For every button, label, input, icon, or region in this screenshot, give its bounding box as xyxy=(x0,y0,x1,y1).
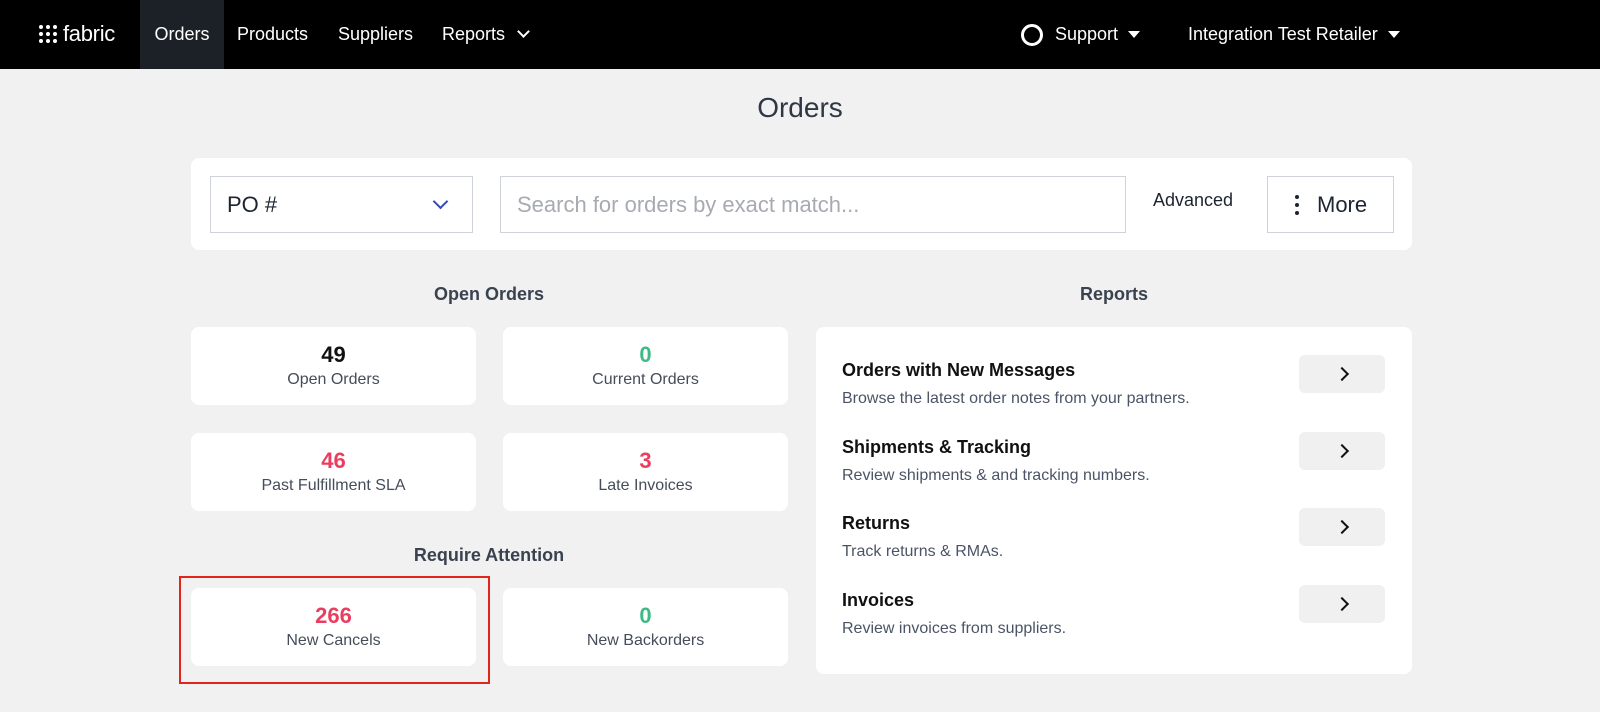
nav-suppliers[interactable]: Suppliers xyxy=(338,0,413,69)
report-title: Shipments & Tracking xyxy=(842,437,1032,457)
chevron-right-button[interactable] xyxy=(1299,432,1385,470)
chevron-down-icon xyxy=(517,25,530,38)
account-label: Integration Test Retailer xyxy=(1188,24,1378,44)
report-title: Invoices xyxy=(842,590,915,610)
search-field-select[interactable]: PO # xyxy=(210,176,473,233)
report-description: Review invoices from suppliers. xyxy=(842,620,1067,637)
report-shipments-tracking: Shipments & Tracking Review shipments & … xyxy=(842,432,1385,497)
new-backorders-card[interactable]: 0 New Backorders xyxy=(503,588,788,666)
open-orders-heading: Open Orders xyxy=(433,284,545,304)
current-orders-count: 0 xyxy=(639,342,652,367)
report-description: Browse the latest order notes from your … xyxy=(842,390,1190,407)
new-backorders-count: 0 xyxy=(639,603,652,628)
nav-reports-dropdown[interactable]: Reports xyxy=(442,0,530,69)
support-dropdown[interactable]: Support xyxy=(1021,0,1141,69)
page-title: Orders xyxy=(757,92,843,123)
past-fulfillment-sla-label: Past Fulfillment SLA xyxy=(261,477,406,494)
late-invoices-count: 3 xyxy=(639,448,652,473)
grid-dots-icon xyxy=(39,25,57,43)
open-orders-card[interactable]: 49 Open Orders xyxy=(191,327,476,405)
support-label: Support xyxy=(1055,24,1119,44)
caret-down-icon xyxy=(1128,31,1141,38)
late-invoices-card[interactable]: 3 Late Invoices xyxy=(503,433,788,511)
late-invoices-label: Late Invoices xyxy=(598,477,693,494)
nav-products-label: Products xyxy=(237,24,309,44)
chevron-right-button[interactable] xyxy=(1299,585,1385,623)
advanced-search-link[interactable]: Advanced xyxy=(1153,190,1233,211)
search-field-value: PO # xyxy=(227,191,278,217)
account-dropdown[interactable]: Integration Test Retailer xyxy=(1188,0,1400,69)
report-description: Track returns & RMAs. xyxy=(842,543,1004,560)
reports-heading: Reports xyxy=(1079,284,1148,304)
open-orders-label: Open Orders xyxy=(287,371,380,388)
nav-products[interactable]: Products xyxy=(237,0,308,69)
highlight-outline xyxy=(179,576,490,684)
past-fulfillment-sla-card[interactable]: 46 Past Fulfillment SLA xyxy=(191,433,476,511)
chevron-right-button[interactable] xyxy=(1299,508,1385,546)
logo-text: fabric xyxy=(63,21,115,46)
nav-suppliers-label: Suppliers xyxy=(338,24,414,44)
nav-orders-label: Orders xyxy=(154,24,210,44)
report-description: Review shipments & and tracking numbers. xyxy=(842,467,1150,484)
open-orders-count: 49 xyxy=(321,342,346,367)
new-backorders-label: New Backorders xyxy=(586,632,705,649)
current-orders-card[interactable]: 0 Current Orders xyxy=(503,327,788,405)
top-nav-bar: fabric Orders Products Suppliers Reports… xyxy=(0,0,1600,69)
more-button-label: More xyxy=(1317,191,1368,217)
nav-reports-label: Reports xyxy=(442,24,506,44)
chevron-right-button[interactable] xyxy=(1299,355,1385,393)
caret-down-icon xyxy=(1387,31,1400,38)
search-input[interactable] xyxy=(500,176,1126,233)
report-orders-with-new-messages: Orders with New Messages Browse the late… xyxy=(842,355,1385,420)
report-title: Returns xyxy=(842,513,911,533)
lifebuoy-icon xyxy=(1021,23,1043,46)
current-orders-label: Current Orders xyxy=(592,371,699,388)
kebab-menu-icon xyxy=(1295,194,1299,215)
fabric-logo[interactable]: fabric xyxy=(39,21,115,47)
chevron-down-icon xyxy=(432,193,449,210)
more-button[interactable]: More xyxy=(1267,176,1394,233)
past-fulfillment-sla-count: 46 xyxy=(321,448,346,473)
report-invoices: Invoices Review invoices from suppliers. xyxy=(842,585,1385,650)
require-attention-heading: Require Attention xyxy=(413,545,565,565)
nav-orders[interactable]: Orders xyxy=(140,0,224,69)
report-title: Orders with New Messages xyxy=(842,360,1076,380)
report-returns: Returns Track returns & RMAs. xyxy=(842,508,1385,573)
